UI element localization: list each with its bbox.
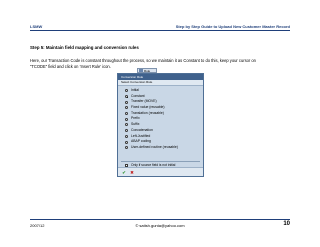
radio-button[interactable] bbox=[125, 117, 128, 121]
radio-button[interactable] bbox=[125, 106, 128, 110]
rule-option[interactable]: User-defined routine (reusable) bbox=[122, 145, 201, 151]
step-title: Step 5: Maintain field mapping and conve… bbox=[30, 45, 139, 50]
footer-divider bbox=[30, 219, 290, 220]
radio-button[interactable] bbox=[125, 95, 128, 99]
radio-button[interactable] bbox=[125, 100, 128, 104]
page-header-right: Step by Step Guide to Upload New Custome… bbox=[175, 24, 290, 29]
dialog-subtitle: Select Conversion Rule bbox=[118, 80, 203, 86]
insert-rule-label: Rule bbox=[144, 68, 151, 73]
rule-option-label: User-defined routine (reusable) bbox=[131, 144, 178, 149]
conversion-rule-dialog: Conversion Rule Select Conversion Rule I… bbox=[117, 73, 204, 177]
page-header-left: LSMW bbox=[30, 24, 43, 29]
insert-rule-icon bbox=[139, 69, 143, 72]
radio-button[interactable] bbox=[125, 112, 128, 116]
body-line-2: “TCODE” field and click on ‘Insert Rule’… bbox=[30, 63, 111, 69]
page-number: 10 bbox=[283, 221, 290, 227]
radio-button[interactable] bbox=[125, 134, 128, 138]
ok-button[interactable]: ✔ bbox=[121, 170, 127, 175]
options-separator bbox=[121, 161, 200, 162]
radio-button[interactable] bbox=[125, 140, 128, 144]
dialog-footer: ✔ ✖ bbox=[118, 167, 203, 176]
body-line-1: Here, our Transaction Code is constant t… bbox=[30, 58, 256, 63]
rule-options: Initial Constant Transfer (MOVE) Fixed valu… bbox=[122, 88, 201, 151]
radio-button[interactable] bbox=[125, 89, 128, 93]
radio-button[interactable] bbox=[125, 146, 128, 150]
footer-copyright: © satish.gunta@yahoo.com bbox=[135, 223, 185, 228]
header-divider bbox=[30, 30, 290, 31]
cancel-button[interactable]: ✖ bbox=[129, 170, 135, 175]
radio-button[interactable] bbox=[125, 129, 128, 133]
radio-button[interactable] bbox=[125, 123, 128, 127]
body-text: Here, our Transaction Code is constant t… bbox=[30, 58, 292, 69]
